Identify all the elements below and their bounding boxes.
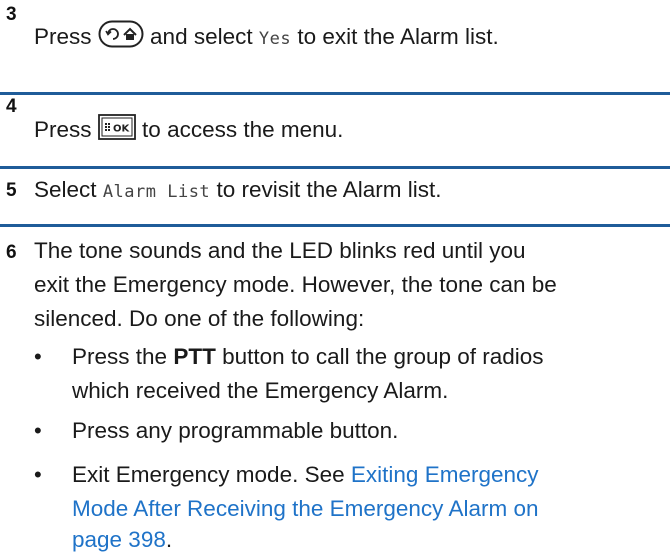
lcd-option-yes: Yes (258, 28, 292, 49)
step-text-line: silenced. Do one of the following: (34, 306, 365, 331)
step-text: Press OK to access the menu. (34, 114, 343, 148)
step-text-part: Press (34, 116, 92, 142)
cross-reference-link-line[interactable]: page 398. (72, 525, 172, 555)
step-text-part: and select (150, 23, 253, 49)
bullet-dot: • (34, 344, 42, 369)
bullet-text-line: which received the Emergency Alarm. (72, 378, 449, 403)
back-home-key-icon (98, 20, 144, 56)
section-divider (0, 224, 670, 227)
step-text-line: exit the Emergency mode. However, the to… (34, 272, 557, 297)
page-reference-link[interactable]: page 398 (72, 527, 166, 552)
step-text: Select Alarm List to revisit the Alarm l… (34, 175, 442, 207)
bullet-item: Press any programmable button. (72, 418, 399, 443)
manual-page: { "steps": [ {"number": "3", "pre": "Pre… (0, 0, 670, 558)
step-text-part: Press (34, 23, 92, 49)
lcd-option-alarm-list: Alarm List (102, 182, 211, 202)
step-number: 5 (6, 180, 17, 201)
bullet-dot: • (34, 462, 42, 487)
ptt-button-label: PTT (173, 344, 216, 369)
bullet-text: Press the (72, 344, 168, 369)
bullet-text: Exit Emergency mode. See (72, 462, 345, 487)
step-text-part: to exit the Alarm list. (297, 23, 499, 49)
step-text-part: Select (34, 177, 97, 202)
cross-reference-link[interactable]: Mode After Receiving the Emergency Alarm… (72, 496, 538, 521)
menu-ok-key-label: OK (113, 124, 131, 135)
step-text-part: to access the menu. (142, 116, 344, 142)
bullet-item: Press the PTT button to call the group o… (72, 342, 544, 372)
bullet-text: button to call the group of radios (222, 344, 544, 369)
step-text-part: to revisit the Alarm list. (216, 177, 442, 202)
bullet-item: Exit Emergency mode. See Exiting Emergen… (72, 460, 539, 490)
step-text: Press and select Yes to exit the Alarm l… (34, 20, 499, 56)
step-number: 4 (6, 96, 17, 117)
cross-reference-link-line[interactable]: Mode After Receiving the Emergency Alarm… (72, 494, 538, 524)
menu-ok-key-icon: OK (97, 114, 136, 148)
bullet-text: . (165, 527, 173, 552)
step-number: 6 (6, 242, 17, 263)
bullet-dot: • (34, 418, 42, 443)
section-divider (0, 92, 670, 95)
step-text-line: The tone sounds and the LED blinks red u… (34, 238, 526, 263)
step-number: 3 (6, 4, 17, 25)
section-divider (0, 166, 670, 169)
cross-reference-link[interactable]: Exiting Emergency (351, 462, 539, 487)
